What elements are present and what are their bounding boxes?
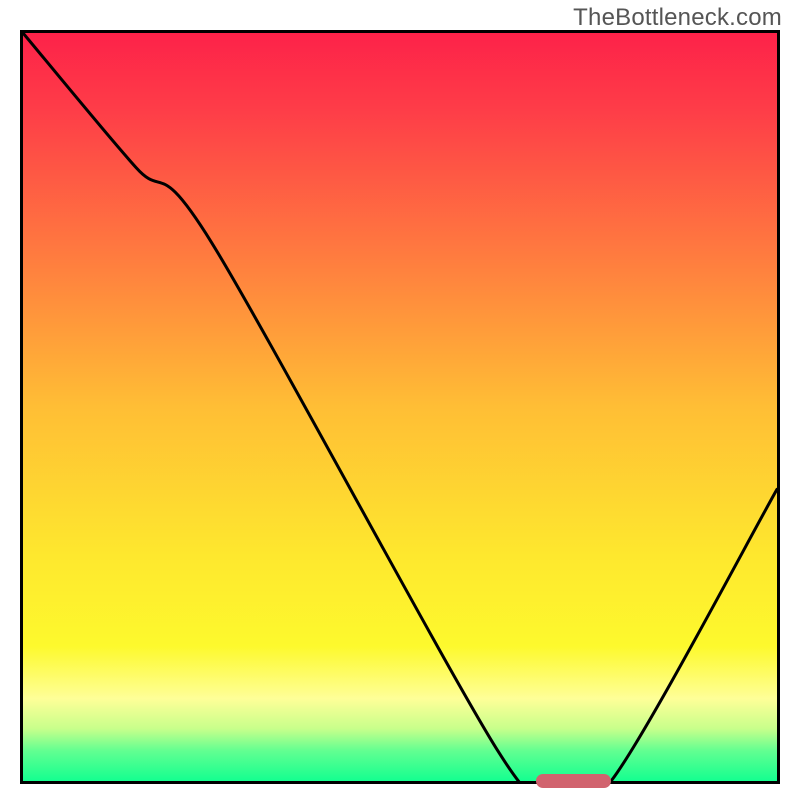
watermark-text: TheBottleneck.com (573, 4, 782, 32)
optimal-marker (536, 774, 611, 788)
chart-plot-area (20, 30, 780, 784)
bottleneck-curve (23, 33, 777, 781)
curve-path (23, 33, 777, 781)
